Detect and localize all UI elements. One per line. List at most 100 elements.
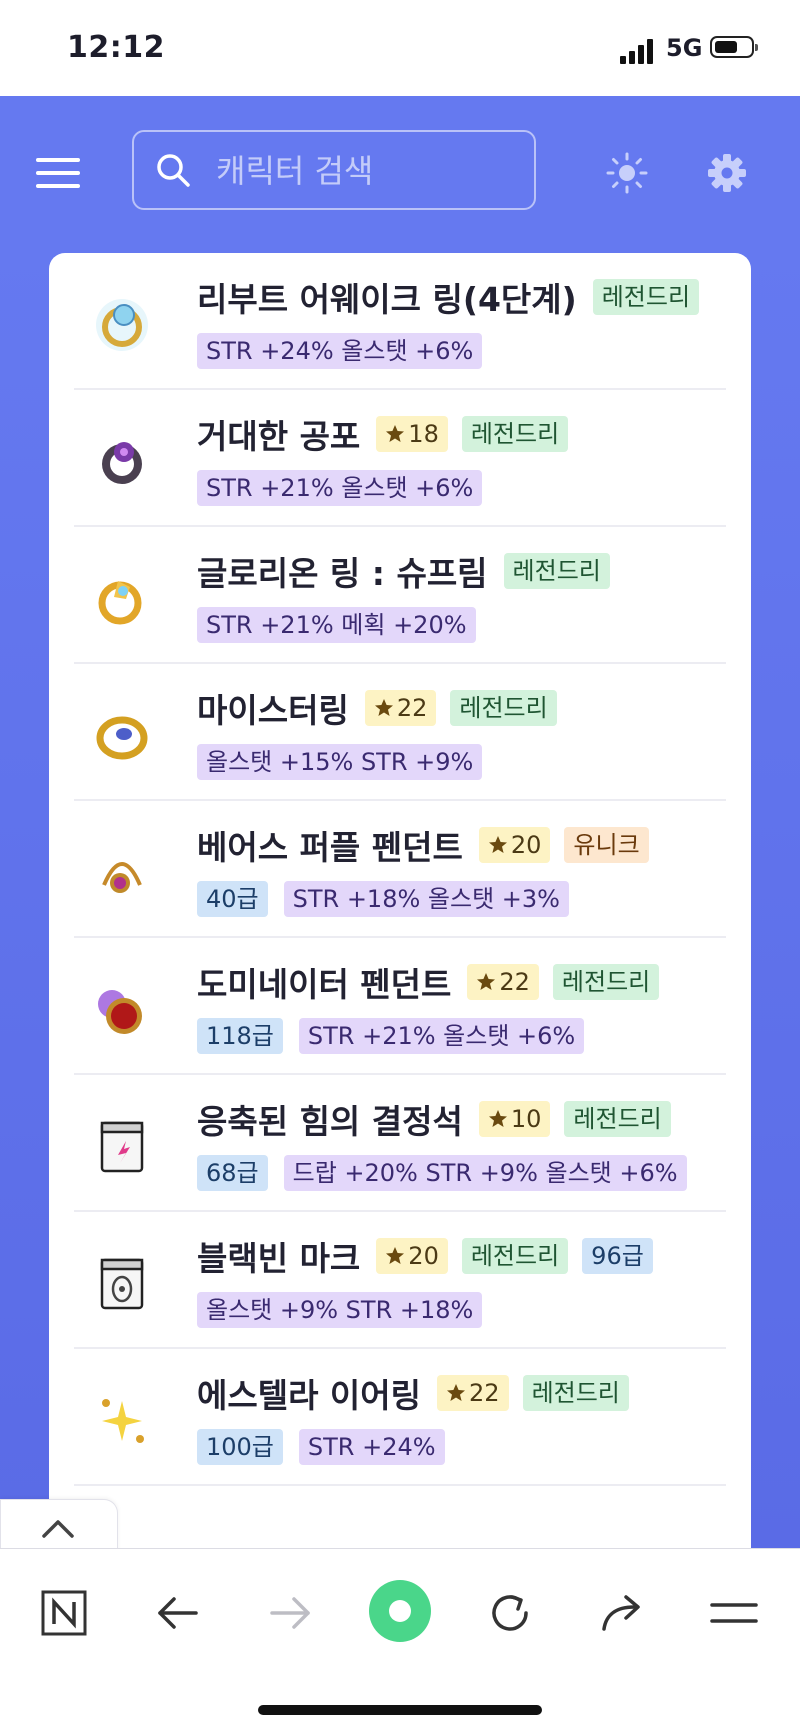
item-tags: STR +24% 올스탯 +6% [197,333,498,369]
naver-home-icon[interactable] [38,1587,90,1639]
item-name-row: 블랙빈 마크 20 레전드리 96급 [197,1232,667,1280]
starforce-badge: 22 [467,964,539,1000]
dominator-pendant-icon [98,990,142,1034]
equipment-list-item[interactable]: 마이스터링 22 레전드리올스탯 +15% STR +9% [74,664,726,801]
item-name-row: 에스텔라 이어링 22 레전드리 [197,1369,643,1417]
hamburger-menu-icon[interactable] [708,1587,760,1639]
home-indicator [258,1705,542,1715]
level-badge: 100급 [197,1429,283,1465]
item-name: 에스텔라 이어링 [197,1376,422,1415]
starforce-badge: 18 [376,416,448,452]
item-name: 도미네이터 펜던트 [197,965,452,1004]
awake-ring-icon [96,299,148,351]
green-dot-home-icon[interactable] [368,1579,432,1643]
purple-pendant-icon [102,862,142,893]
network-type: 5G [666,34,703,62]
crystal-badge-icon [100,1121,144,1173]
item-name-row: 베어스 퍼플 펜던트 20 유니크 [197,821,663,869]
potential-grade-badge: 레전드리 [522,1375,629,1411]
potential-grade-badge: 레전드리 [552,964,660,1000]
equipment-list-card: 리부트 어웨이크 링(4단계) 레전드리 STR +24% 올스탯 +6% 거대한 공… [49,253,751,1548]
item-tags: 100급 STR +24% [197,1429,461,1465]
meister-ring-icon [96,716,148,760]
item-tags: STR +21% 올스탯 +6% [197,470,498,506]
battery-icon [710,36,758,58]
item-name-row: 거대한 공포 18 레전드리 [197,410,582,458]
item-name-row: 응축된 힘의 결정석 10 레전드리 [197,1095,685,1143]
stat-summary-badge: 올스탯 +15% STR +9% [197,744,483,780]
stat-summary-badge: STR +24% [298,1429,445,1465]
level-badge: 68급 [197,1155,268,1191]
starforce-badge: 22 [437,1375,509,1411]
status-bar: 12:12 5G [0,0,800,96]
starforce-value: 22 [469,1379,500,1407]
item-tags: 68급 드랍 +20% STR +9% 올스탯 +6% [197,1155,703,1191]
stat-summary-badge: STR +21% 올스탯 +6% [197,470,483,506]
stat-summary-badge: 드랍 +20% STR +9% 올스탯 +6% [283,1155,687,1191]
blackbean-mark-icon [100,1258,144,1310]
starforce-value: 22 [499,968,530,996]
item-name: 베어스 퍼플 펜던트 [197,828,463,867]
starforce-value: 10 [510,1105,542,1133]
equipment-list-item[interactable]: 베어스 퍼플 펜던트 20 유니크 40급 STR +18% 올스탯 +3% [74,801,726,938]
item-tags: 올스탯 +9% STR +18% [197,1292,498,1328]
search-input[interactable] [214,146,518,196]
potential-grade-badge: 레전드리 [503,553,610,589]
item-tags: 40급 STR +18% 올스탯 +3% [197,881,585,917]
equipment-list-item[interactable]: 거대한 공포 18 레전드리 STR +21% 올스탯 +6% [74,390,726,527]
starforce-badge: 20 [478,827,551,863]
equipment-list-item[interactable]: 리부트 어웨이크 링(4단계) 레전드리 STR +24% 올스탯 +6% [74,253,726,390]
equipment-list-item[interactable]: 블랙빈 마크 20 레전드리 96급올스탯 +9% STR +18% [74,1212,726,1349]
equipment-list-item[interactable]: 에스텔라 이어링 22 레전드리 100급 STR +24% [74,1349,726,1486]
stat-summary-badge: 올스탯 +9% STR +18% [197,1292,483,1328]
search-box[interactable] [132,130,536,210]
potential-grade-badge: 레전드리 [564,1101,671,1137]
equipment-list-item[interactable]: 글로리온 링 : 슈프림 레전드리 STR +21% 메획 +20% [74,527,726,664]
item-name-row: 리부트 어웨이크 링(4단계) 레전드리 [197,273,713,321]
item-name-row: 도미네이터 펜던트 22 레전드리 [197,958,673,1006]
estella-earring-icon [102,1399,144,1443]
stat-summary-badge: STR +24% 올스탯 +6% [197,333,483,369]
potential-grade-badge: 레전드리 [450,690,557,726]
item-name: 리부트 어웨이크 링(4단계) [197,280,577,319]
item-tags: STR +21% 메획 +20% [197,607,492,643]
equipment-list-item[interactable]: 도미네이터 펜던트 22 레전드리 118급 STR +21% 올스탯 +6% [74,938,726,1075]
equipment-list-item[interactable]: 응축된 힘의 결정석 10 레전드리 68급 드랍 +20% STR +9% 올스탯 +… [74,1075,726,1212]
giant-terror-ring-icon [102,442,142,484]
sun-icon[interactable] [606,152,648,194]
item-tags: 118급 STR +21% 올스탯 +6% [197,1018,600,1054]
item-name: 응축된 힘의 결정석 [197,1102,463,1141]
item-name: 마이스터링 [197,691,349,730]
stat-summary-badge: STR +21% 메획 +20% [197,607,476,643]
item-tags: 올스탯 +15% STR +9% [197,744,498,780]
stat-summary-badge: STR +21% 올스탯 +6% [298,1018,585,1054]
item-name: 글로리온 링 : 슈프림 [197,554,488,593]
stat-summary-badge: STR +18% 올스탯 +3% [283,881,569,917]
potential-grade-badge: 레전드리 [592,279,700,315]
starforce-badge: 20 [376,1238,448,1274]
level-badge: 96급 [582,1238,653,1274]
item-name: 블랙빈 마크 [197,1239,361,1278]
status-time: 12:12 [67,30,165,65]
potential-grade-badge: 레전드리 [461,1238,569,1274]
starforce-badge: 22 [364,690,437,726]
forward-arrow-icon [270,1597,310,1629]
refresh-icon[interactable] [484,1587,536,1639]
starforce-value: 20 [408,1242,439,1270]
cellular-signal-icon [620,38,656,64]
glorion-ring-icon [98,581,142,625]
menu-button[interactable] [36,158,80,188]
item-name-row: 글로리온 링 : 슈프림 레전드리 [197,547,624,595]
back-arrow-icon[interactable] [152,1587,204,1639]
share-icon[interactable] [596,1587,648,1639]
starforce-badge: 10 [478,1101,551,1137]
potential-grade-badge: 레전드리 [461,416,569,452]
potential-grade-badge: 유니크 [564,827,649,863]
starforce-value: 20 [510,831,542,859]
app-header [0,96,800,244]
level-badge: 40급 [197,881,268,917]
gear-icon[interactable] [706,152,748,194]
item-name: 거대한 공포 [197,417,361,456]
item-name-row: 마이스터링 22 레전드리 [197,684,571,732]
starforce-value: 22 [396,694,428,722]
